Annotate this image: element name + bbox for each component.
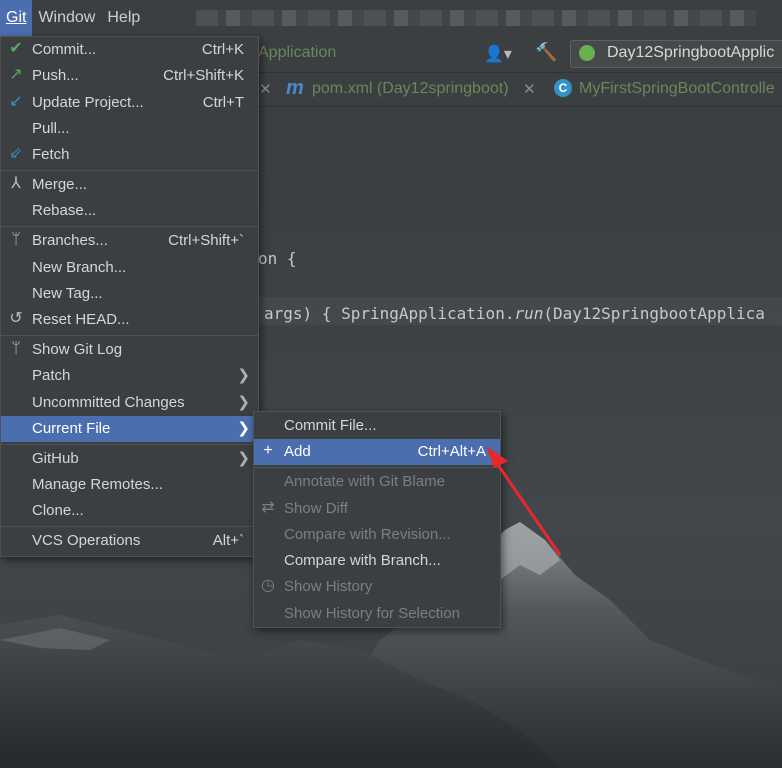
annotation-arrow <box>486 446 562 556</box>
